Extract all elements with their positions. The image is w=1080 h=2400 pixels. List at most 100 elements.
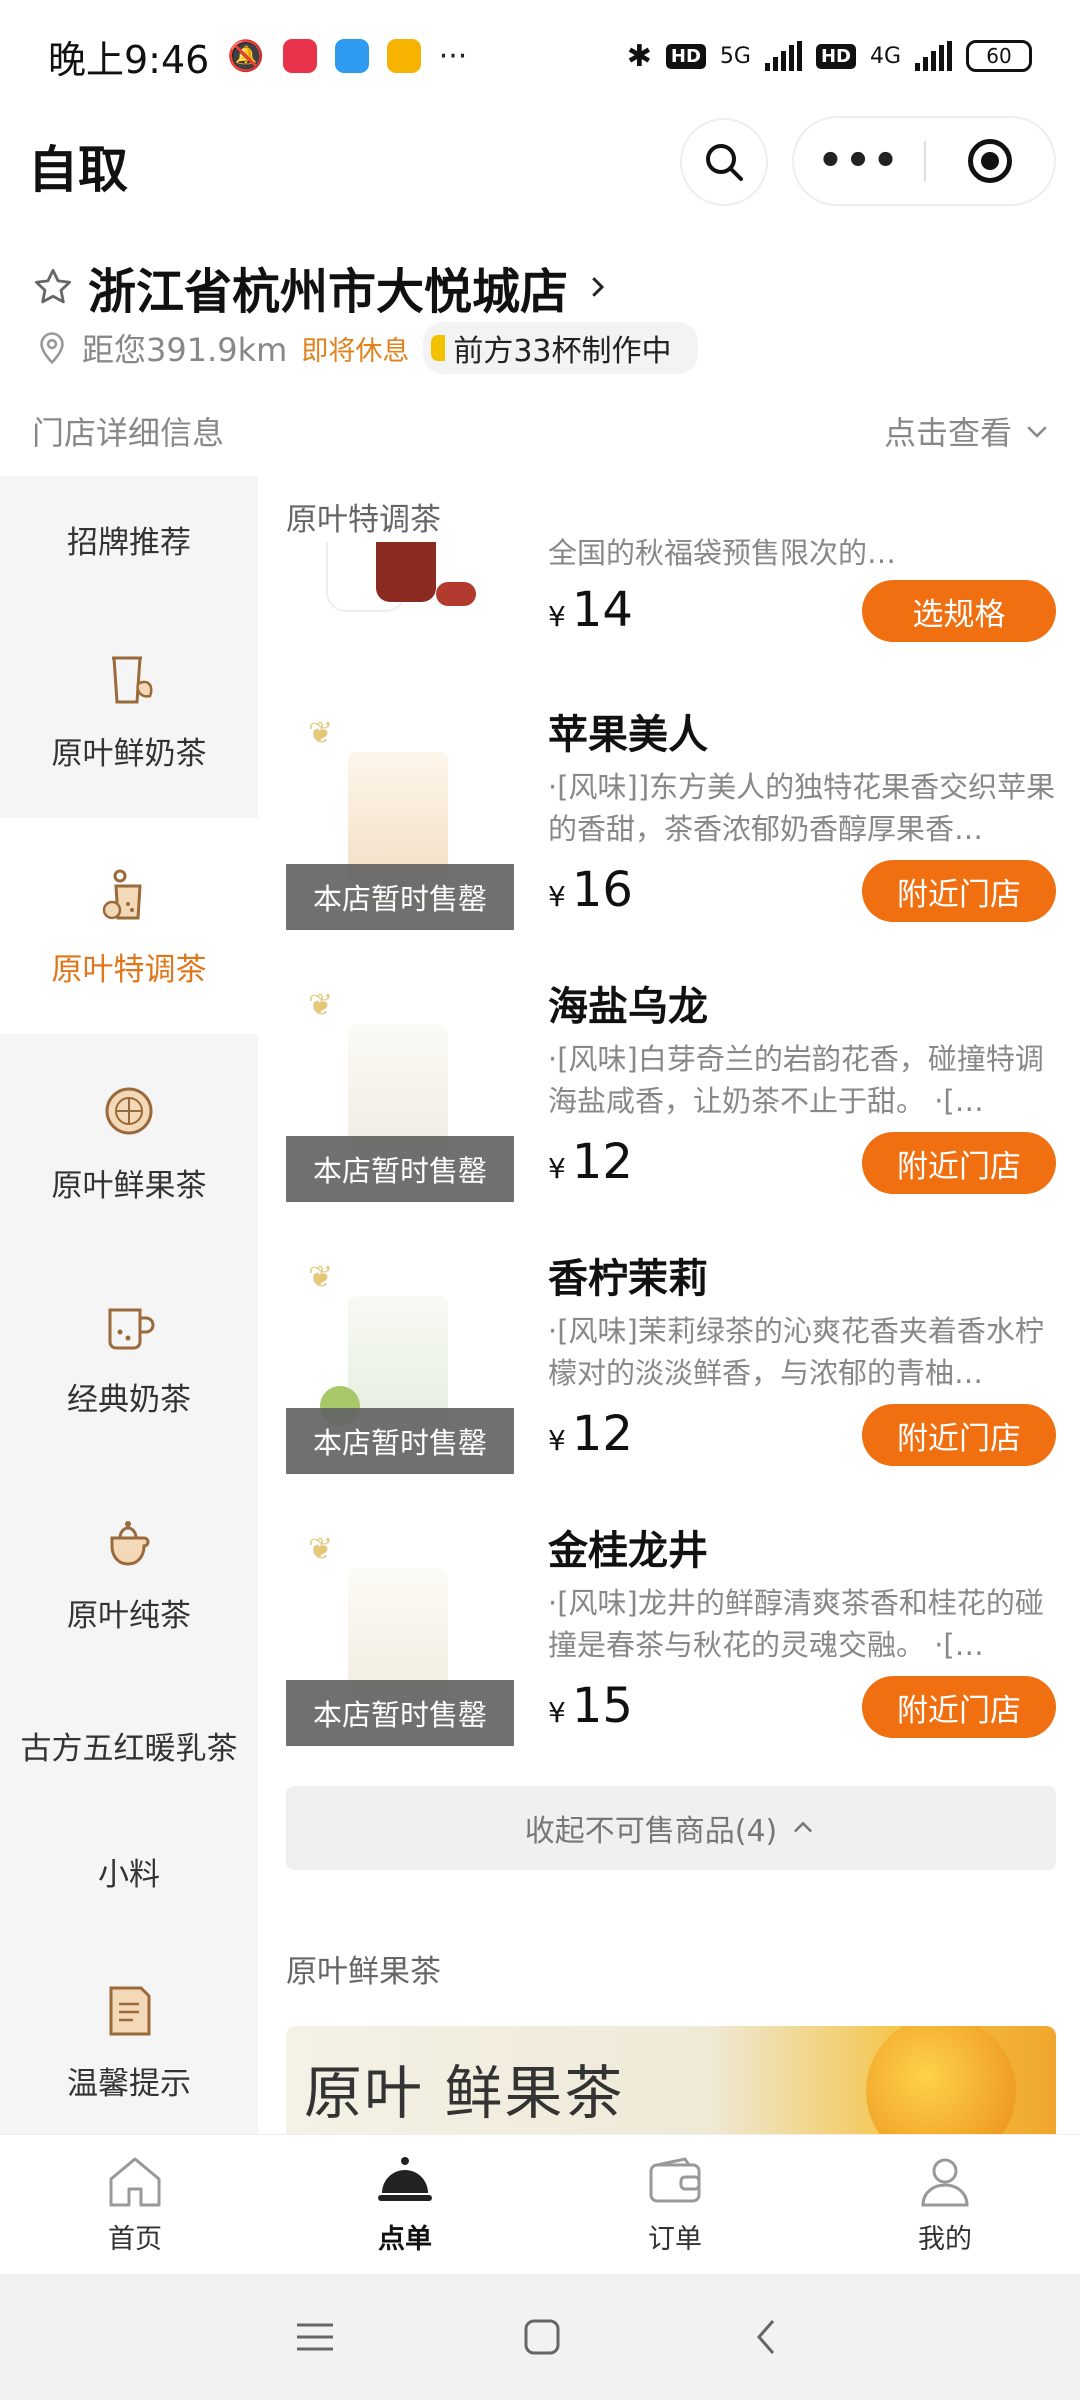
page-title: 自取: [28, 141, 128, 199]
sidebar-item-warm-milk-tea[interactable]: 古方五红暖乳茶: [0, 1682, 258, 1808]
price-value: 15: [571, 1678, 633, 1734]
app-notification-icon: [334, 39, 369, 73]
hd-icon: HD: [665, 43, 706, 69]
nearby-store-button[interactable]: 附近门店: [862, 1132, 1056, 1194]
product-image: ❦ 本店暂时售罄: [286, 974, 514, 1202]
sidebar-item-label: 古方五红暖乳茶: [20, 1730, 238, 1767]
store-detail-link-label: 点击查看: [883, 414, 1012, 452]
sidebar-item-fresh-milk-tea[interactable]: 原叶鲜奶茶: [0, 602, 258, 818]
product-list: 原叶特调茶 全国的秋福袋预售限次的… ¥ 14 选规格 ❦ 本店暂时售罄 苹果美…: [258, 476, 1080, 2136]
network-label: 4G: [869, 43, 901, 69]
tab-order[interactable]: 点单: [270, 2135, 540, 2274]
sidebar-item-pure-tea[interactable]: 原叶纯茶: [0, 1466, 258, 1682]
choose-spec-button[interactable]: 选规格: [862, 580, 1056, 642]
sold-out-badge: 本店暂时售罄: [286, 1680, 514, 1746]
product-image: ❦ 本店暂时售罄: [286, 1518, 514, 1746]
category-banner[interactable]: 原叶 鲜果茶: [286, 2026, 1056, 2136]
target-icon: [967, 139, 1012, 183]
chevron-up-icon: [794, 1821, 813, 1833]
sidebar-item-notice[interactable]: 温馨提示: [0, 1934, 258, 2136]
app-notification-icon: [386, 39, 421, 73]
status-right: ✱ HD 5G HD 4G 60: [627, 39, 1032, 74]
sidebar-item-toppings[interactable]: 小料: [0, 1808, 258, 1934]
brand-logo-icon: ❦: [308, 1532, 334, 1567]
brand-logo-icon: ❦: [308, 1260, 334, 1295]
sidebar-item-label: 原叶特调茶: [51, 951, 207, 988]
product-name: 苹果美人: [548, 712, 708, 758]
store-distance: 距您391.9km: [82, 331, 288, 369]
signal-icon: [915, 41, 952, 71]
product-desc: ·[风味]]东方美人的独特花果香交织苹果的香甜，茶香浓郁奶香醇厚果香…: [548, 770, 1056, 846]
product-image: [286, 542, 514, 638]
close-miniprogram-button[interactable]: [926, 139, 1054, 183]
queue-badge: 前方33杯制作中: [423, 322, 698, 374]
lemon-icon: [105, 1087, 153, 1134]
category-sidebar: 招牌推荐 原叶鲜奶茶 原叶特调茶 原叶鲜果茶 经典奶茶 原叶纯茶 古方五红暖乳茶…: [0, 476, 258, 2136]
price-value: 14: [571, 582, 633, 638]
product-image: ❦ 本店暂时售罄: [286, 1246, 514, 1474]
hd-icon: HD: [815, 43, 856, 69]
product-card[interactable]: ❦ 本店暂时售罄 海盐乌龙 ·[风味]白芽奇兰的岩韵花香，碰撞特调海盐咸香，让奶…: [286, 974, 1056, 1214]
store-selector[interactable]: 浙江省杭州市大悦城店: [32, 252, 612, 322]
product-price: ¥ 12: [548, 1406, 633, 1462]
user-icon: [921, 2158, 969, 2207]
product-card[interactable]: ❦ 本店暂时售罄 苹果美人 ·[风味]]东方美人的独特花果香交织苹果的香甜，茶香…: [286, 702, 1056, 942]
store-detail-link[interactable]: 点击查看: [884, 408, 1052, 454]
sidebar-item-label: 原叶鲜奶茶: [51, 735, 207, 772]
sidebar-item-fruit-tea[interactable]: 原叶鲜果茶: [0, 1034, 258, 1250]
sidebar-item-label: 经典奶茶: [67, 1381, 191, 1418]
product-card[interactable]: ❦ 本店暂时售罄 香柠茉莉 ·[风味]茉莉绿茶的沁爽花香夹着香水柠檬对的淡淡鲜香…: [286, 1246, 1056, 1486]
sidebar-item-label: 原叶纯茶: [67, 1597, 191, 1634]
bottom-tab-bar: 首页 点单 订单 我的: [0, 2134, 1080, 2274]
back-icon[interactable]: [747, 2317, 787, 2357]
star-icon[interactable]: [32, 266, 74, 308]
signal-icon: [764, 41, 802, 71]
product-name: 海盐乌龙: [548, 984, 708, 1030]
tab-profile[interactable]: 我的: [810, 2135, 1080, 2274]
product-card-partial[interactable]: 全国的秋福袋预售限次的… ¥ 14 选规格: [286, 536, 1056, 702]
brand-logo-icon: ❦: [308, 988, 334, 1023]
chevron-right-icon: [592, 277, 605, 297]
collapse-label: 收起不可售商品(4): [524, 1814, 778, 1849]
sold-out-badge: 本店暂时售罄: [286, 864, 514, 930]
currency-symbol: ¥: [548, 880, 566, 913]
product-price: ¥ 14: [548, 582, 633, 638]
cloche-icon: [378, 2157, 432, 2201]
status-time: 晚上9:46: [48, 37, 210, 82]
store-name: 浙江省杭州市大悦城店: [88, 264, 569, 320]
miniprogram-capsule: •••: [792, 116, 1056, 206]
tab-home[interactable]: 首页: [0, 2135, 270, 2274]
collapse-unavailable-button[interactable]: 收起不可售商品(4): [286, 1786, 1056, 1870]
more-button[interactable]: •••: [794, 138, 924, 184]
sold-out-badge: 本店暂时售罄: [286, 1408, 514, 1474]
battery-icon: 60: [966, 40, 1032, 72]
product-desc: ·[风味]白芽奇兰的岩韵花香，碰撞特调海盐咸香，让奶茶不止于甜。 ·[…: [548, 1042, 1044, 1118]
price-value: 16: [571, 862, 633, 918]
sidebar-item-signature[interactable]: 招牌推荐: [0, 476, 258, 602]
product-price: ¥ 16: [548, 862, 633, 918]
menu-icon[interactable]: [293, 2317, 337, 2357]
currency-symbol: ¥: [548, 1696, 566, 1729]
system-nav-bar: [0, 2274, 1080, 2400]
nearby-store-button[interactable]: 附近门店: [862, 1404, 1056, 1466]
store-detail-row[interactable]: 门店详细信息 点击查看: [32, 408, 1052, 454]
search-button[interactable]: [680, 118, 768, 206]
sidebar-item-label: 温馨提示: [67, 2065, 191, 2102]
sidebar-item-label: 招牌推荐: [67, 524, 191, 561]
app-notification-icon: [282, 39, 317, 73]
nearby-store-button[interactable]: 附近门店: [862, 860, 1056, 922]
location-pin-icon: [40, 332, 64, 365]
sidebar-item-classic-milk-tea[interactable]: 经典奶茶: [0, 1250, 258, 1466]
nearby-store-button[interactable]: 附近门店: [862, 1676, 1056, 1738]
product-card[interactable]: ❦ 本店暂时售罄 金桂龙井 ·[风味]龙井的鲜醇清爽茶香和桂花的碰撞是春茶与秋花…: [286, 1518, 1056, 1758]
store-detail-label: 门店详细信息: [32, 414, 225, 452]
sidebar-item-special-tea[interactable]: 原叶特调茶: [0, 818, 258, 1034]
document-icon: [109, 1986, 151, 2035]
tab-label: 首页: [108, 2224, 162, 2255]
product-desc: ·[风味]龙井的鲜醇清爽茶香和桂花的碰撞是春茶与秋花的灵魂交融。 ·[…: [548, 1586, 1044, 1662]
tab-label: 点单: [378, 2224, 432, 2255]
store-status-badge: 即将休息: [301, 335, 410, 367]
home-square-icon[interactable]: [522, 2317, 562, 2357]
queue-text: 前方33杯制作中: [453, 334, 672, 369]
tab-orders[interactable]: 订单: [540, 2135, 810, 2274]
